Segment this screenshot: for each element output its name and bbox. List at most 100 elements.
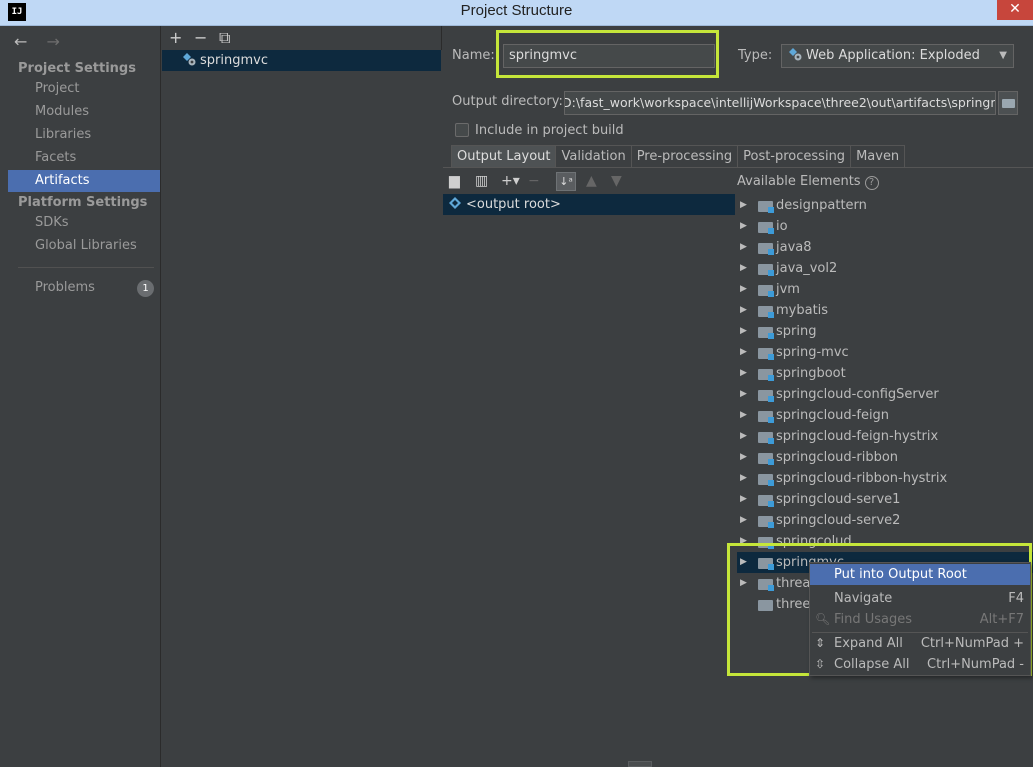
problems-count-badge: 1 [137,280,154,297]
sidebar-item-artifacts[interactable]: Artifacts [8,170,160,192]
output-directory-input[interactable]: D:\fast_work\workspace\intellijWorkspace… [564,91,996,115]
menu-item-expand-all[interactable]: ⇕ Expand All Ctrl+NumPad + [810,633,1030,654]
browse-folder-button[interactable] [998,91,1018,115]
menu-item-collapse-all[interactable]: ⇳ Collapse All Ctrl+NumPad - [810,654,1030,675]
artifacts-list-panel: + − ⧉ springmvc [162,26,442,767]
list-item[interactable]: ▶ springcloud-serve1 [737,489,1033,510]
sidebar-item-modules[interactable]: Modules [8,101,160,123]
move-up-icon[interactable]: ▲ [586,173,597,189]
artifacts-toolbar: + − ⧉ [162,26,442,50]
expand-arrow-icon[interactable]: ▶ [740,531,747,552]
module-folder-icon [758,411,774,423]
add-icon[interactable]: + [169,28,182,47]
expand-arrow-icon[interactable]: ▶ [740,195,747,216]
list-item[interactable]: ▶ springcloud-feign [737,405,1033,426]
module-folder-icon [758,306,774,318]
sidebar-item-problems[interactable]: Problems 1 [8,277,160,299]
expand-arrow-icon[interactable]: ▶ [740,342,747,363]
sidebar-item-global-libraries[interactable]: Global Libraries [8,235,160,257]
search-icon: 🔍︎ [815,612,831,626]
help-icon[interactable]: ? [864,176,879,190]
move-down-icon[interactable]: ▼ [611,173,622,189]
output-layout-tree: <output root> [443,194,735,767]
list-item[interactable]: ▶ designpattern [737,195,1033,216]
module-folder-icon [758,579,774,591]
list-item[interactable]: ▶ springcolud [737,531,1033,552]
expand-arrow-icon[interactable]: ▶ [740,468,747,489]
copy-icon[interactable]: ⧉ [219,28,230,48]
tab-output-layout[interactable]: Output Layout [451,145,557,168]
sidebar-item-libraries[interactable]: Libraries [8,124,160,146]
artifact-item-springmvc[interactable]: springmvc [162,50,441,71]
layout-toolbar: ▆ ▥ +▾ − ↓ᵃ ▲ ▼ [443,169,735,194]
remove-icon[interactable]: − [194,28,207,47]
sidebar-item-sdks[interactable]: SDKs [8,212,160,234]
include-in-build-checkbox[interactable] [455,123,469,137]
output-directory-label: Output directory: [452,94,563,109]
module-folder-icon [758,201,774,213]
tab-post-processing[interactable]: Post-processing [737,145,852,168]
list-item[interactable]: ▶ springcloud-ribbon-hystrix [737,468,1033,489]
add-copy-of-icon[interactable]: +▾ [501,173,520,189]
list-item[interactable]: ▶ java_vol2 [737,258,1033,279]
remove-icon[interactable]: − [528,173,540,189]
list-item[interactable]: ▶ io [737,216,1033,237]
list-item[interactable]: ▶ springcloud-serve2 [737,510,1033,531]
expand-arrow-icon[interactable]: ▶ [740,363,747,384]
expand-arrow-icon[interactable]: ▶ [740,426,747,447]
list-item[interactable]: ▶ springboot [737,363,1033,384]
new-directory-icon[interactable]: ▆ [449,173,460,189]
list-item[interactable]: ▶ spring [737,321,1033,342]
splitter-handle[interactable] [628,761,652,767]
sidebar-item-project[interactable]: Project [8,78,160,100]
list-item[interactable]: ▶ mybatis [737,300,1033,321]
expand-arrow-icon[interactable]: ▶ [740,489,747,510]
list-item[interactable]: ▶ springcloud-ribbon [737,447,1033,468]
list-item[interactable]: ▶ springcloud-configServer [737,384,1033,405]
list-item[interactable]: ▶ jvm [737,279,1033,300]
output-root-node[interactable]: <output root> [443,194,735,215]
close-button[interactable]: ✕ [997,0,1033,20]
expand-arrow-icon[interactable]: ▶ [740,321,747,342]
expand-arrow-icon[interactable]: ▶ [740,216,747,237]
name-label: Name: [452,48,495,63]
expand-arrow-icon[interactable]: ▶ [740,405,747,426]
list-item[interactable]: ▶ springcloud-feign-hystrix [737,426,1033,447]
module-folder-icon [758,495,774,507]
tabs-divider [443,167,1033,168]
forward-arrow-icon[interactable]: → [47,32,60,51]
available-elements-label: Available Elements [737,174,861,189]
expand-arrow-icon[interactable]: ▶ [740,573,747,594]
list-item[interactable]: ▶ java8 [737,237,1033,258]
menu-item-navigate[interactable]: Navigate F4 [810,588,1030,609]
artifacts-tree: springmvc [162,50,442,767]
expand-arrow-icon[interactable]: ▶ [740,279,747,300]
sort-elements-icon[interactable]: ↓ᵃ [556,172,576,191]
available-elements-header: Available Elements? [737,174,879,190]
tab-pre-processing[interactable]: Pre-processing [630,145,739,168]
module-folder-icon [758,537,774,549]
tab-validation[interactable]: Validation [555,145,632,168]
module-folder-icon [758,474,774,486]
expand-arrow-icon[interactable]: ▶ [740,258,747,279]
expand-arrow-icon[interactable]: ▶ [740,237,747,258]
menu-item-put-into-output-root[interactable]: Put into Output Root [810,564,1030,585]
expand-arrow-icon[interactable]: ▶ [740,384,747,405]
sidebar-item-facets[interactable]: Facets [8,147,160,169]
tab-maven[interactable]: Maven [850,145,906,168]
platform-settings-header: Platform Settings [18,195,148,210]
name-input[interactable]: springmvc [503,44,715,68]
settings-sidebar: ← → Project Settings Project Modules Lib… [8,26,161,767]
new-archive-icon[interactable]: ▥ [475,173,488,189]
collapse-all-icon: ⇳ [815,657,826,671]
expand-arrow-icon[interactable]: ▶ [740,300,747,321]
back-arrow-icon[interactable]: ← [14,32,27,51]
menu-item-find-usages[interactable]: 🔍︎ Find Usages Alt+F7 [810,609,1030,630]
expand-arrow-icon[interactable]: ▶ [740,510,747,531]
type-select[interactable]: Web Application: Exploded ▼ [781,44,1014,68]
web-artifact-icon [789,48,802,61]
module-folder-icon [758,516,774,528]
expand-arrow-icon[interactable]: ▶ [740,447,747,468]
list-item[interactable]: ▶ spring-mvc [737,342,1033,363]
expand-arrow-icon[interactable]: ▶ [740,552,747,573]
